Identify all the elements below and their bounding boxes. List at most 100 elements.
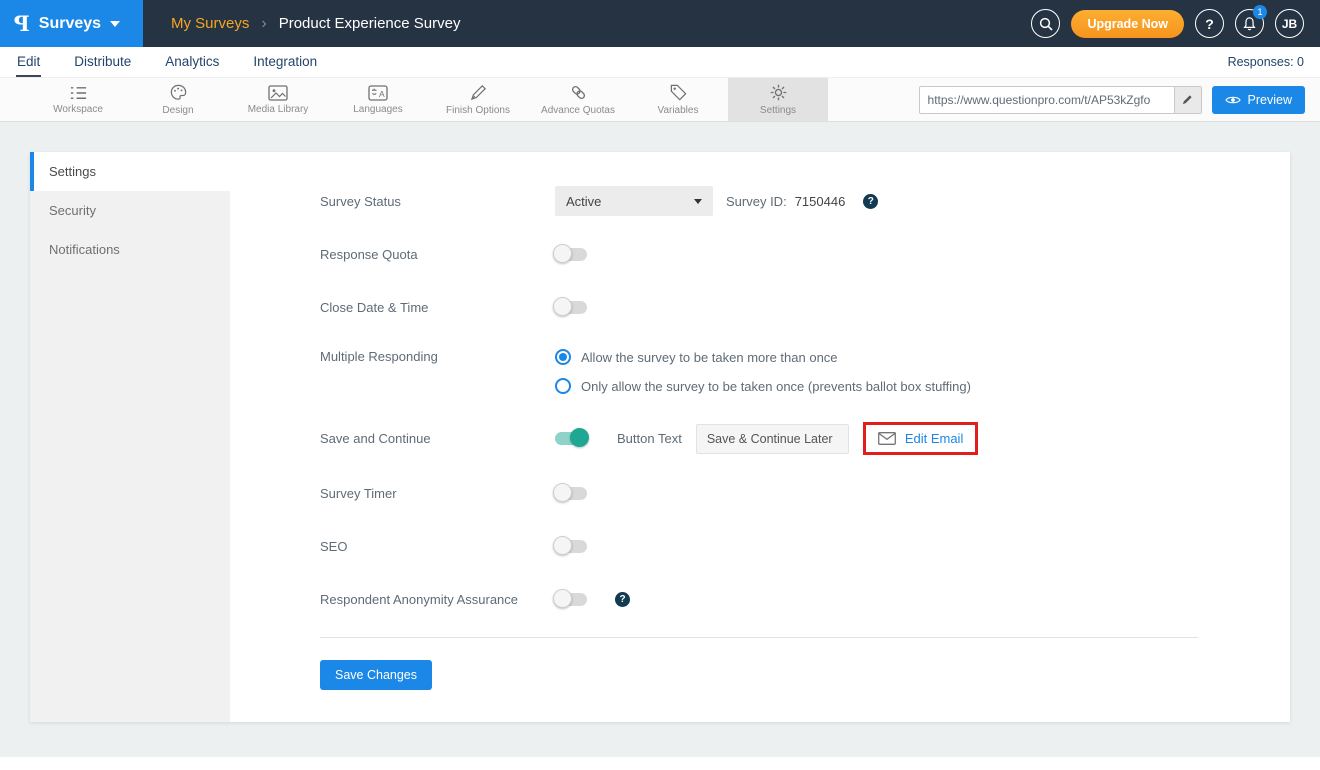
form-divider: [320, 637, 1198, 638]
survey-status-dropdown[interactable]: Active: [555, 186, 713, 216]
toggle-knob: [553, 589, 572, 608]
response-quota-label: Response Quota: [320, 247, 555, 262]
sidebar-item-settings[interactable]: Settings: [30, 152, 230, 191]
save-continue-toggle[interactable]: [555, 432, 587, 445]
survey-id-value: 7150446: [795, 194, 846, 209]
toolbar-item-languages[interactable]: A Languages: [328, 78, 428, 121]
question-mark-icon: ?: [1205, 16, 1214, 32]
toolbar-item-label: Settings: [760, 105, 796, 116]
anonymity-help-icon[interactable]: ?: [615, 592, 630, 607]
upgrade-now-button[interactable]: Upgrade Now: [1071, 10, 1184, 38]
envelope-icon: [878, 432, 896, 445]
toolbar-item-media-library[interactable]: Media Library: [228, 78, 328, 121]
row-response-quota: Response Quota: [320, 239, 1198, 269]
toolbar-right: Preview: [919, 78, 1320, 121]
bell-icon: [1242, 16, 1257, 32]
topbar-actions: Upgrade Now ? 1 JB: [1031, 9, 1320, 38]
survey-id-help-icon[interactable]: ?: [863, 194, 878, 209]
breadcrumb: My Surveys › Product Experience Survey: [171, 15, 460, 33]
questionpro-logo-icon: P: [14, 13, 30, 34]
row-multiple-responding: Multiple Responding Allow the survey to …: [320, 345, 1198, 394]
pencil-icon: [469, 83, 488, 102]
survey-id-label: Survey ID:: [726, 194, 787, 209]
search-icon: [1039, 17, 1053, 31]
section-nav: Edit Distribute Analytics Integration Re…: [0, 47, 1320, 78]
eye-icon: [1225, 95, 1241, 105]
toolbar-item-design[interactable]: Design: [128, 78, 228, 121]
svg-text:A: A: [379, 89, 385, 99]
edit-url-button[interactable]: [1174, 87, 1201, 113]
save-changes-button[interactable]: Save Changes: [320, 660, 432, 690]
help-button[interactable]: ?: [1195, 9, 1224, 38]
toolbar-item-settings[interactable]: Settings: [728, 78, 828, 121]
settings-form: Survey Status Active Survey ID: 7150446 …: [230, 152, 1290, 722]
row-anonymity: Respondent Anonymity Assurance ?: [320, 584, 1198, 614]
chain-links-icon: [569, 83, 588, 102]
product-switcher[interactable]: P Surveys: [0, 0, 143, 47]
response-quota-toggle[interactable]: [555, 248, 587, 261]
toggle-knob: [570, 428, 589, 447]
image-icon: [268, 85, 288, 101]
radio-allow-once[interactable]: Only allow the survey to be taken once (…: [555, 378, 971, 394]
tab-distribute[interactable]: Distribute: [73, 47, 132, 77]
avatar[interactable]: JB: [1275, 9, 1304, 38]
toolbar-item-advance-quotas[interactable]: Advance Quotas: [528, 78, 628, 121]
preview-button[interactable]: Preview: [1212, 86, 1305, 114]
close-date-label: Close Date & Time: [320, 300, 555, 315]
edit-toolbar: Workspace Design Media Library A Languag…: [0, 78, 1320, 122]
breadcrumb-my-surveys[interactable]: My Surveys: [171, 15, 249, 32]
tab-analytics[interactable]: Analytics: [164, 47, 220, 77]
anonymity-toggle[interactable]: [555, 593, 587, 606]
sidebar-item-label: Security: [49, 203, 96, 218]
seo-label: SEO: [320, 539, 555, 554]
survey-timer-toggle[interactable]: [555, 487, 587, 500]
toolbar-item-variables[interactable]: Variables: [628, 78, 728, 121]
toolbar-item-workspace[interactable]: Workspace: [28, 78, 128, 121]
row-save-and-continue: Save and Continue Button Text Edit Email: [320, 422, 1198, 455]
sidebar-item-notifications[interactable]: Notifications: [30, 230, 230, 269]
toggle-knob: [553, 297, 572, 316]
top-bar: P Surveys My Surveys › Product Experienc…: [0, 0, 1320, 47]
tab-integration[interactable]: Integration: [252, 47, 318, 77]
radio-allow-multiple[interactable]: Allow the survey to be taken more than o…: [555, 349, 971, 365]
seo-toggle[interactable]: [555, 540, 587, 553]
tab-edit-label: Edit: [17, 54, 40, 69]
toolbar-item-finish-options[interactable]: Finish Options: [428, 78, 528, 121]
pencil-icon: [1182, 94, 1193, 105]
toggle-knob: [553, 483, 572, 502]
search-button[interactable]: [1031, 9, 1060, 38]
toolbar-item-label: Variables: [658, 105, 699, 116]
multiple-responding-options: Allow the survey to be taken more than o…: [555, 345, 971, 394]
notifications-button[interactable]: 1: [1235, 9, 1264, 38]
notification-badge: 1: [1253, 5, 1267, 19]
page-background: Settings Security Notifications Survey S…: [0, 122, 1320, 757]
tab-distribute-label: Distribute: [74, 54, 131, 69]
gear-icon: [769, 83, 788, 102]
preview-label: Preview: [1248, 93, 1292, 107]
toolbar-item-label: Advance Quotas: [541, 105, 615, 116]
survey-status-label: Survey Status: [320, 194, 555, 209]
survey-url-input[interactable]: [920, 93, 1174, 107]
sidebar-item-label: Notifications: [49, 242, 120, 257]
translate-icon: A: [368, 85, 388, 101]
tab-integration-label: Integration: [253, 54, 317, 69]
save-continue-label: Save and Continue: [320, 431, 555, 446]
radio-button-icon: [555, 378, 571, 394]
button-text-input[interactable]: [696, 424, 849, 454]
sidebar-item-security[interactable]: Security: [30, 191, 230, 230]
survey-timer-label: Survey Timer: [320, 486, 555, 501]
toggle-knob: [553, 244, 572, 263]
close-date-toggle[interactable]: [555, 301, 587, 314]
row-seo: SEO: [320, 531, 1198, 561]
button-text-label: Button Text: [617, 431, 682, 446]
tab-edit[interactable]: Edit: [16, 47, 41, 77]
toolbar-item-label: Design: [162, 105, 193, 116]
radio-label: Only allow the survey to be taken once (…: [581, 379, 971, 394]
toolbar-item-label: Languages: [353, 104, 403, 115]
edit-email-annotation-highlight: Edit Email: [863, 422, 979, 455]
settings-sidebar: Settings Security Notifications: [30, 152, 230, 722]
edit-email-link[interactable]: Edit Email: [905, 431, 964, 446]
breadcrumb-separator-icon: ›: [261, 15, 266, 33]
question-mark-icon: ?: [868, 196, 874, 207]
sidebar-item-label: Settings: [49, 164, 96, 179]
